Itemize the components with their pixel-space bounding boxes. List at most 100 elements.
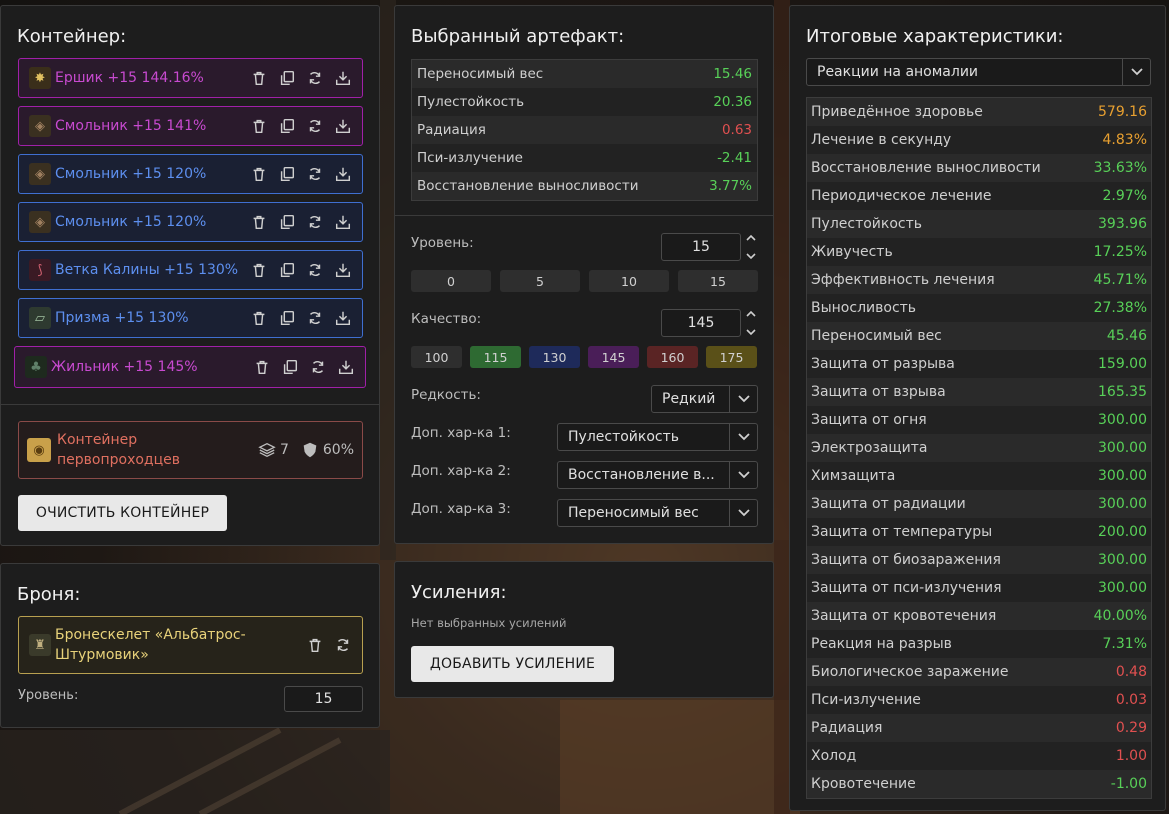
extra1-select[interactable]: Пулестойкость bbox=[557, 423, 758, 451]
chevron-down-icon[interactable] bbox=[729, 386, 757, 412]
shield-icon bbox=[303, 442, 317, 458]
total-value: 300.00 bbox=[1098, 468, 1147, 484]
artifact-item-label: Смольник +15 120% bbox=[55, 214, 207, 230]
chevron-up-icon[interactable] bbox=[746, 310, 756, 318]
stat-value: 15.46 bbox=[713, 66, 752, 82]
swap-icon[interactable] bbox=[304, 67, 326, 89]
trash-icon[interactable] bbox=[304, 634, 326, 656]
swap-icon[interactable] bbox=[304, 307, 326, 329]
download-icon[interactable] bbox=[332, 115, 354, 137]
artifact-item[interactable]: ◈ Смольник +15 120% bbox=[18, 154, 363, 194]
copy-icon[interactable] bbox=[276, 259, 298, 281]
download-icon[interactable] bbox=[332, 307, 354, 329]
swap-icon[interactable] bbox=[304, 259, 326, 281]
total-value: -1.00 bbox=[1110, 776, 1147, 792]
total-row: Защита от огня 300.00 bbox=[807, 406, 1151, 434]
artifact-item[interactable]: ◈ Смольник +15 141% bbox=[18, 106, 363, 146]
chevron-up-icon[interactable] bbox=[746, 234, 756, 242]
copy-icon[interactable] bbox=[276, 67, 298, 89]
chevron-down-icon[interactable] bbox=[729, 500, 757, 526]
armor-title: Броня: bbox=[17, 584, 81, 605]
copy-icon[interactable] bbox=[279, 356, 301, 378]
stat-value: 3.77% bbox=[709, 178, 752, 194]
quality-preset-button[interactable]: 100 bbox=[411, 346, 462, 368]
total-name: Химзащита bbox=[811, 468, 896, 484]
chevron-down-icon[interactable] bbox=[1122, 59, 1150, 85]
download-icon[interactable] bbox=[332, 259, 354, 281]
artifact-item[interactable]: ♣ Жильник +15 145% bbox=[14, 346, 366, 388]
trash-icon[interactable] bbox=[248, 115, 270, 137]
swap-icon[interactable] bbox=[332, 634, 354, 656]
trash-icon[interactable] bbox=[248, 259, 270, 281]
artifact-item-actions bbox=[248, 115, 362, 137]
trash-icon[interactable] bbox=[251, 356, 273, 378]
extra2-select[interactable]: Восстановление в... bbox=[557, 461, 758, 489]
extra2-value: Восстановление в... bbox=[568, 467, 715, 483]
container-name: Контейнер первопроходцев bbox=[57, 432, 180, 468]
total-name: Защита от взрыва bbox=[811, 384, 946, 400]
level-preset-button[interactable]: 5 bbox=[500, 270, 580, 292]
container-title: Контейнер: bbox=[17, 26, 127, 47]
trash-icon[interactable] bbox=[248, 163, 270, 185]
stat-row: Переносимый вес 15.46 bbox=[412, 60, 757, 88]
chevron-down-icon[interactable] bbox=[729, 424, 757, 450]
total-row: Защита от разрыва 159.00 bbox=[807, 350, 1151, 378]
trash-icon[interactable] bbox=[248, 67, 270, 89]
stat-value: 20.36 bbox=[713, 94, 752, 110]
quality-preset-button[interactable]: 175 bbox=[706, 346, 757, 368]
chevron-down-icon[interactable] bbox=[729, 462, 757, 488]
chevron-down-icon[interactable] bbox=[746, 252, 756, 260]
artifact-item[interactable]: ⟆ Ветка Калины +15 130% bbox=[18, 250, 363, 290]
quality-preset-button[interactable]: 130 bbox=[529, 346, 580, 368]
download-icon[interactable] bbox=[332, 67, 354, 89]
stat-value: -2.41 bbox=[717, 150, 752, 166]
rarity-select[interactable]: Редкий bbox=[651, 385, 758, 413]
download-icon[interactable] bbox=[332, 211, 354, 233]
artifact-level-input[interactable]: 15 bbox=[661, 233, 741, 261]
artifact-item[interactable]: ▱ Призма +15 130% bbox=[18, 298, 363, 338]
level-preset-button[interactable]: 10 bbox=[589, 270, 669, 292]
add-boost-button[interactable]: ДОБАВИТЬ УСИЛЕНИЕ bbox=[411, 646, 614, 682]
download-icon[interactable] bbox=[332, 163, 354, 185]
clear-container-button[interactable]: ОЧИСТИТЬ КОНТЕЙНЕР bbox=[18, 495, 227, 531]
copy-icon[interactable] bbox=[276, 163, 298, 185]
level-preset-button[interactable]: 15 bbox=[678, 270, 758, 292]
stat-row: Радиация 0.63 bbox=[412, 116, 757, 144]
artifact-item-label: Смольник +15 120% bbox=[55, 166, 207, 182]
total-name: Лечение в секунду bbox=[811, 132, 952, 148]
artifact-item[interactable]: ✸ Ершик +15 144.16% bbox=[18, 58, 363, 98]
extra1-value: Пулестойкость bbox=[568, 429, 680, 445]
trash-icon[interactable] bbox=[248, 307, 270, 329]
extra3-select[interactable]: Переносимый вес bbox=[557, 499, 758, 527]
total-value: 159.00 bbox=[1098, 356, 1147, 372]
container-card[interactable]: ◉ Контейнер первопроходцев 7 60% bbox=[18, 421, 363, 479]
level-spinner[interactable] bbox=[744, 234, 758, 260]
quality-preset-button[interactable]: 160 bbox=[647, 346, 698, 368]
armor-card[interactable]: ♜ Бронескелет «Альбатрос-Штурмовик» bbox=[18, 616, 363, 674]
swap-icon[interactable] bbox=[304, 211, 326, 233]
divider bbox=[395, 215, 773, 216]
level-preset-button[interactable]: 0 bbox=[411, 270, 491, 292]
copy-icon[interactable] bbox=[276, 211, 298, 233]
artifact-item[interactable]: ◈ Смольник +15 120% bbox=[18, 202, 363, 242]
total-row: Кровотечение -1.00 bbox=[807, 770, 1151, 798]
total-name: Выносливость bbox=[811, 300, 917, 316]
swap-icon[interactable] bbox=[304, 115, 326, 137]
trash-icon[interactable] bbox=[248, 211, 270, 233]
total-value: 4.83% bbox=[1102, 132, 1147, 148]
totals-filter-select[interactable]: Реакции на аномалии bbox=[806, 58, 1151, 86]
swap-icon[interactable] bbox=[307, 356, 329, 378]
total-name: Защита от разрыва bbox=[811, 356, 955, 372]
artifact-item-label: Призма +15 130% bbox=[55, 310, 189, 326]
total-value: 165.35 bbox=[1098, 384, 1147, 400]
quality-spinner[interactable] bbox=[744, 310, 758, 336]
copy-icon[interactable] bbox=[276, 115, 298, 137]
artifact-quality-input[interactable]: 145 bbox=[661, 309, 741, 337]
armor-level-input[interactable]: 15 bbox=[284, 686, 363, 712]
chevron-down-icon[interactable] bbox=[746, 328, 756, 336]
swap-icon[interactable] bbox=[304, 163, 326, 185]
copy-icon[interactable] bbox=[276, 307, 298, 329]
quality-preset-button[interactable]: 145 bbox=[588, 346, 639, 368]
download-icon[interactable] bbox=[335, 356, 357, 378]
quality-preset-button[interactable]: 115 bbox=[470, 346, 521, 368]
